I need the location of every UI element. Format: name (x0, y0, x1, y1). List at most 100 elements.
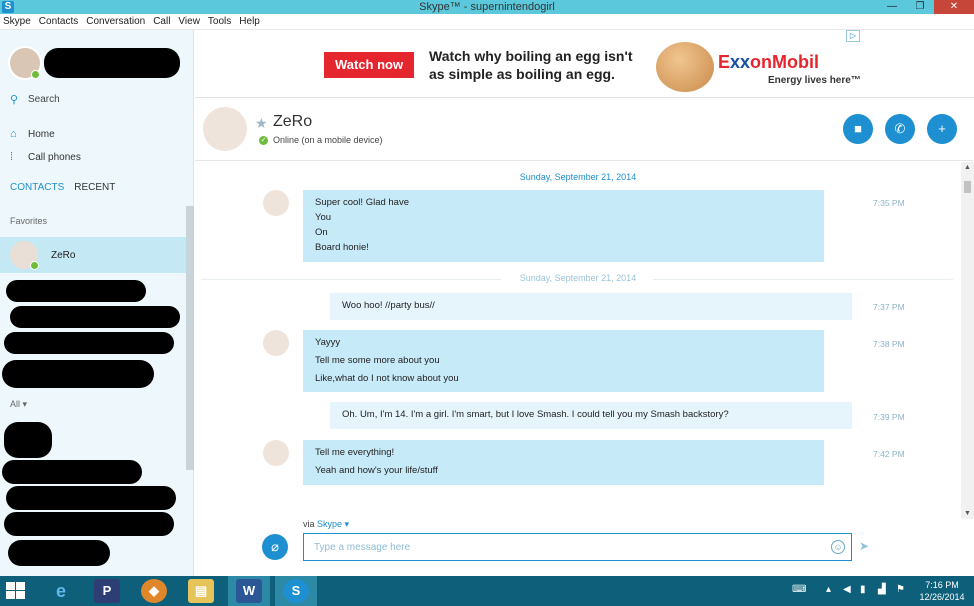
home-icon: ⌂ (10, 128, 17, 140)
attach-button[interactable]: ⌀ (262, 534, 288, 560)
power-icon[interactable]: ▮ (860, 584, 866, 595)
menu-conversation[interactable]: Conversation (86, 14, 145, 29)
message-time: 7:38 PM (873, 339, 905, 349)
message-time: 7:37 PM (873, 302, 905, 312)
word-icon[interactable]: W (236, 579, 262, 603)
restore-button[interactable]: ❐ (906, 0, 934, 14)
add-contact-button[interactable]: + (927, 114, 957, 144)
message-avatar (263, 190, 289, 216)
message-bubble-outgoing: Oh. Um, I'm 14. I'm a girl. I'm smart, b… (330, 402, 852, 429)
via-service: via Skype ▾ (303, 519, 349, 530)
tab-recent[interactable]: RECENT (74, 182, 115, 193)
skype-taskbar-icon[interactable]: S (283, 579, 309, 603)
file-explorer-icon[interactable]: ▤ (188, 579, 214, 603)
message-bubble-incoming: Tell me everything! Yeah and how's your … (303, 440, 824, 485)
contact-status: ✓ Online (on a mobile device) (259, 135, 383, 145)
p-app-icon[interactable]: P (94, 579, 120, 603)
window-controls: — ❐ ✕ (878, 0, 974, 14)
internet-explorer-icon[interactable]: e (48, 579, 74, 603)
redacted-contact (2, 460, 142, 484)
brand-part: E (718, 52, 731, 72)
close-button[interactable]: ✕ (934, 0, 974, 14)
sidebar-item-home[interactable]: ⌂ Home (10, 128, 55, 140)
ad-watch-now-button[interactable]: Watch now (324, 52, 414, 78)
clock-date: 12/26/2014 (919, 592, 965, 602)
menu-view[interactable]: View (178, 14, 200, 29)
main-panel: Watch now Watch why boiling an egg isn't… (195, 30, 974, 576)
conversation-scrollbar[interactable]: ▲ ▼ (961, 162, 974, 519)
redacted-contact (6, 486, 176, 510)
taskbar-clock[interactable]: 7:16 PM 12/26/2014 (912, 579, 972, 603)
network-icon[interactable]: ▟ (878, 584, 886, 595)
contact-header-name: ZeRo (273, 113, 313, 130)
message-time: 7:39 PM (873, 412, 905, 422)
message-line: Yeah and how's your life/stuff (315, 465, 438, 476)
message-bubble-incoming: Yayyy Tell me some more about you Like,w… (303, 330, 824, 392)
send-icon[interactable]: ➤ (859, 539, 869, 553)
volume-icon[interactable]: ◀ (843, 584, 851, 595)
via-service-dropdown[interactable]: Skype ▾ (317, 519, 349, 529)
redacted-contact (8, 540, 110, 566)
emoticon-icon[interactable]: ☺ (831, 540, 845, 554)
sidebar-scrollbar[interactable] (186, 206, 194, 470)
title-bar: S Skype™ - supernintendogirl — ❐ ✕ (0, 0, 974, 14)
message-line: Board honie! (315, 242, 369, 253)
brand-part: onMobil (750, 52, 820, 72)
voice-call-button[interactable]: ✆ (885, 114, 915, 144)
contact-item-zero[interactable]: ZeRo (0, 237, 186, 273)
ad-headline: Watch why boiling an egg isn't as simple… (429, 47, 659, 83)
video-camera-icon: ■ (854, 121, 862, 136)
scroll-thumb[interactable] (964, 181, 971, 193)
menu-call[interactable]: Call (153, 14, 170, 29)
via-prefix: via (303, 519, 318, 529)
sidebar-item-call-phones[interactable]: ⁞ Call phones (10, 151, 81, 163)
phone-icon: ✆ (894, 121, 906, 136)
ad-headline-line-1: Watch why boiling an egg isn't (429, 48, 633, 64)
search-button[interactable]: ⚲ Search (10, 93, 60, 106)
brand-part: xx (730, 52, 751, 72)
taskbar: e P ◆ ▤ W S ⌨ ▴ ◀ ▮ ▟ ⚑ 7:16 PM 12/26/20… (0, 576, 974, 606)
favorite-star-icon[interactable]: ★ (255, 115, 268, 132)
ad-tagline: Energy lives here™ (768, 75, 861, 86)
exxonmobil-logo: ExxonMobil (718, 52, 819, 73)
menu-help[interactable]: Help (239, 14, 260, 29)
menu-bar: Skype Contacts Conversation Call View To… (0, 14, 974, 30)
redacted-contact (4, 332, 174, 354)
ad-choices-icon[interactable]: ▷ (846, 30, 860, 42)
message-input[interactable] (304, 534, 814, 560)
shield-app-icon[interactable]: ◆ (141, 579, 167, 603)
keyboard-icon[interactable]: ⌨ (792, 584, 806, 595)
ad-banner[interactable]: Watch now Watch why boiling an egg isn't… (195, 30, 974, 98)
message-time: 7:35 PM (873, 198, 905, 208)
ad-headline-line-2: as simple as boiling an egg. (429, 66, 615, 82)
online-status-icon (30, 261, 39, 270)
menu-contacts[interactable]: Contacts (39, 14, 78, 29)
scroll-down-icon[interactable]: ▼ (961, 510, 974, 517)
windows-start-icon[interactable] (6, 582, 26, 600)
message-line: Super cool! Glad have (315, 197, 410, 208)
chat-header: ★ ZeRo ✓ Online (on a mobile device) ■ ✆… (195, 99, 974, 161)
message-line: Oh. Um, I'm 14. I'm a girl. I'm smart, b… (342, 409, 729, 420)
tray-expand-icon[interactable]: ▴ (826, 584, 831, 595)
message-line: On (315, 227, 328, 238)
message-input-box[interactable]: ☺ (303, 533, 852, 561)
scroll-up-icon[interactable]: ▲ (961, 164, 974, 171)
online-status-icon (31, 70, 40, 79)
video-call-button[interactable]: ■ (843, 114, 873, 144)
conversation-area[interactable]: Sunday, September 21, 2014 Super cool! G… (195, 162, 961, 512)
message-line: You (315, 212, 332, 223)
all-contacts-filter[interactable]: All ▾ (10, 399, 27, 410)
message-avatar (263, 330, 289, 356)
date-separator: Sunday, September 21, 2014 (519, 273, 637, 283)
dialpad-icon: ⁞ (10, 151, 14, 163)
flag-icon[interactable]: ⚑ (896, 584, 905, 595)
menu-skype[interactable]: Skype (3, 14, 31, 29)
clock-time: 7:16 PM (925, 580, 959, 590)
message-line: Woo hoo! //party bus// (342, 300, 435, 311)
redacted-username (44, 48, 180, 78)
tab-contacts[interactable]: CONTACTS (10, 182, 64, 193)
message-bubble-outgoing: Woo hoo! //party bus// (330, 293, 852, 320)
menu-tools[interactable]: Tools (208, 14, 231, 29)
contact-header-avatar[interactable] (203, 107, 247, 151)
minimize-button[interactable]: — (878, 0, 906, 14)
